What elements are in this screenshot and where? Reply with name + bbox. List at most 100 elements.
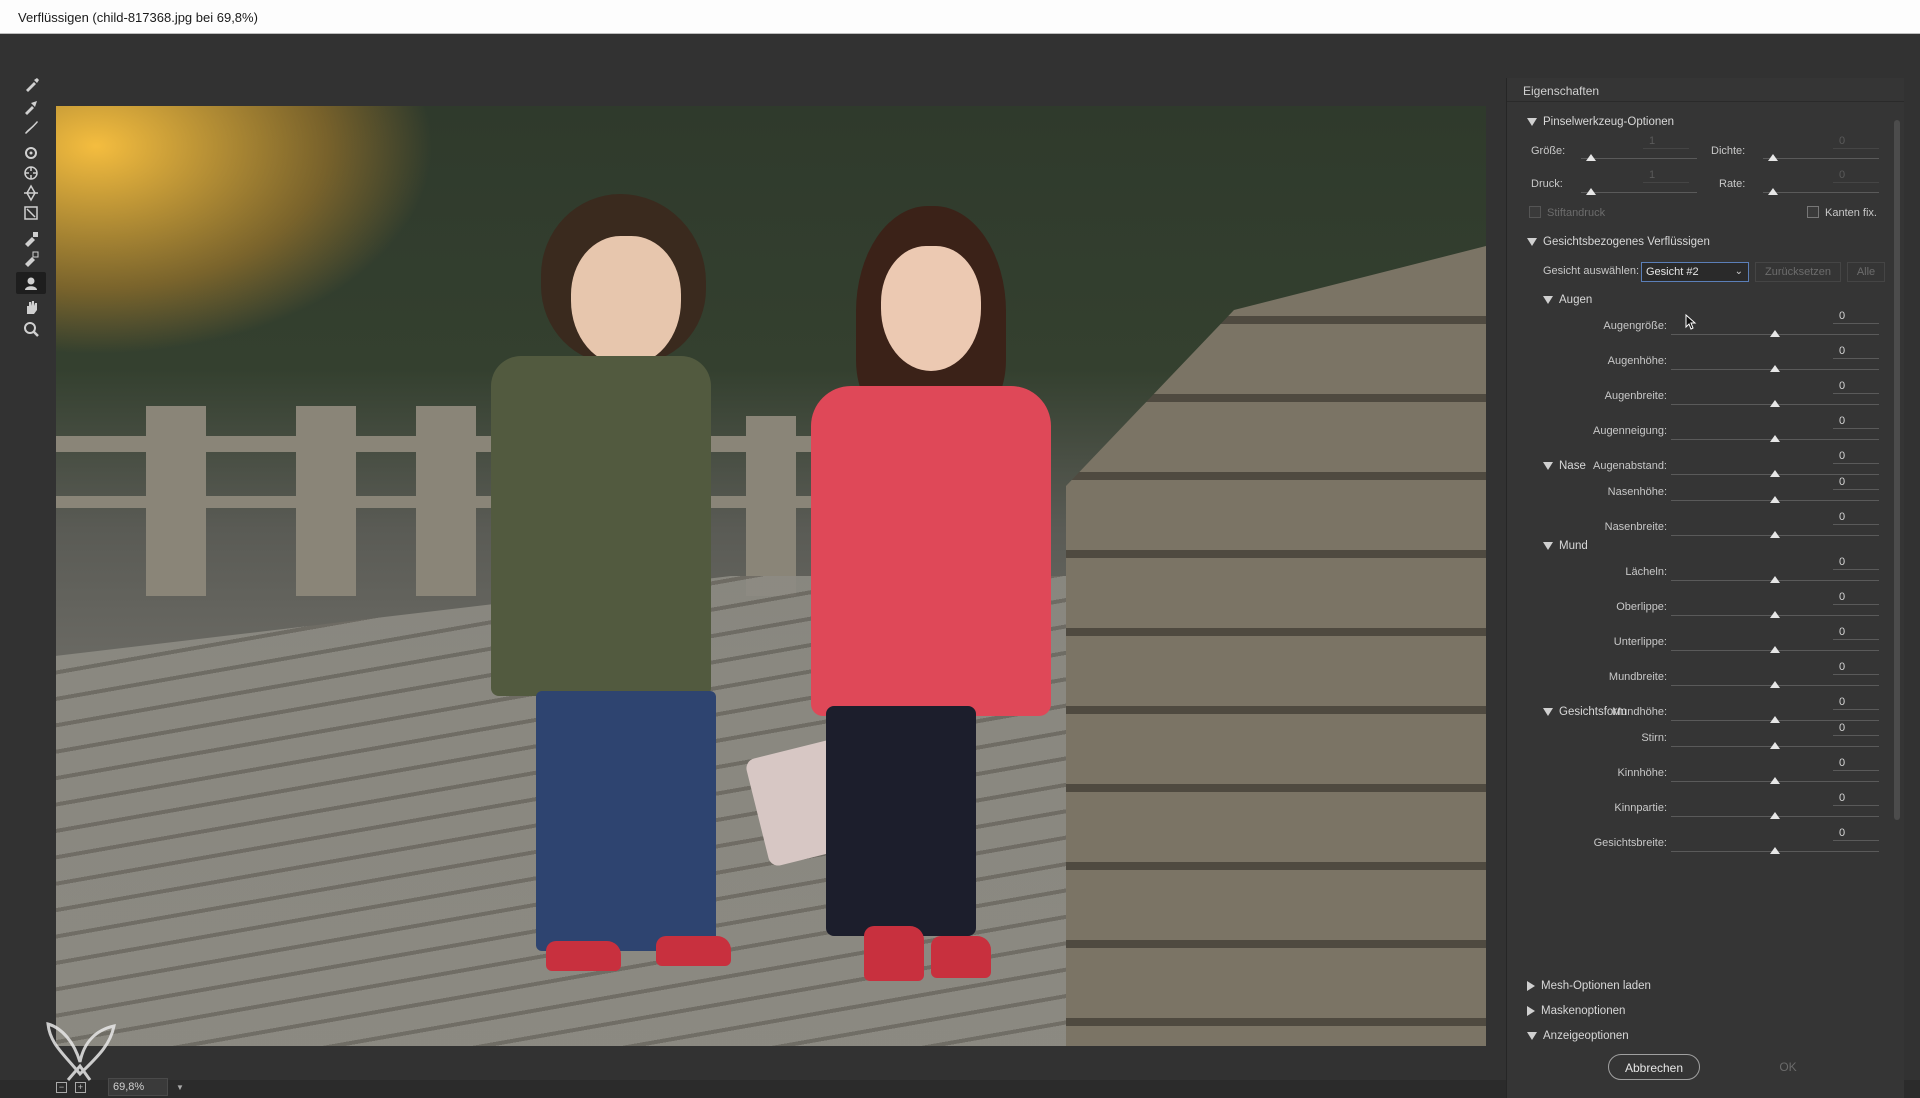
pressure-value[interactable]: 1 (1643, 169, 1689, 183)
zoom-out-button[interactable]: − (56, 1081, 67, 1093)
section-title: Pinselwerkzeug-Optionen (1543, 116, 1675, 128)
face-tool-icon[interactable] (16, 272, 46, 294)
pucker-tool-icon[interactable] (16, 162, 46, 184)
collapse-icon (1543, 462, 1553, 470)
title-bar: Verflüssigen (child-817368.jpg bei 69,8%… (0, 0, 1920, 34)
slider-thumb[interactable] (1770, 681, 1780, 688)
cancel-button[interactable]: Abbrechen (1608, 1054, 1700, 1080)
twirl-tool-icon[interactable] (16, 142, 46, 164)
zoom-tool-icon[interactable] (16, 318, 46, 340)
slider-thumb[interactable] (1770, 716, 1780, 723)
push-left-tool-icon[interactable] (16, 202, 46, 224)
slider-value[interactable]: 0 (1833, 415, 1879, 429)
slider-thumb[interactable] (1770, 777, 1780, 784)
slider-label: Nasenhöhe: (1607, 486, 1667, 498)
slider-label: Gesichtsbreite: (1593, 837, 1667, 849)
group-0-header[interactable]: Augen (1543, 294, 1592, 306)
load-mesh-section[interactable]: Mesh-Optionen laden (1527, 980, 1651, 992)
ok-button[interactable]: OK (1743, 1054, 1833, 1080)
preview-image[interactable] (56, 106, 1486, 1046)
rate-value[interactable]: 0 (1833, 169, 1879, 183)
slider-value[interactable]: 0 (1833, 476, 1879, 490)
size-slider-thumb[interactable] (1586, 154, 1596, 161)
thaw-mask-tool-icon[interactable] (16, 248, 46, 270)
view-options-section[interactable]: Anzeigeoptionen (1527, 1030, 1629, 1042)
group-title: Mund (1559, 540, 1588, 552)
slider-value[interactable]: 0 (1833, 511, 1879, 525)
slider-thumb[interactable] (1770, 847, 1780, 854)
slider-thumb[interactable] (1770, 330, 1780, 337)
smooth-tool-icon[interactable] (16, 116, 46, 138)
slider-value[interactable]: 0 (1833, 827, 1879, 841)
rate-label: Rate: (1719, 178, 1746, 190)
pen-pressure-checkbox[interactable] (1529, 206, 1541, 218)
slider-thumb[interactable] (1770, 611, 1780, 618)
size-label: Größe: (1531, 145, 1566, 157)
collapse-icon (1527, 118, 1537, 126)
pressure-slider-thumb[interactable] (1586, 188, 1596, 195)
reconstruct-tool-icon[interactable] (16, 96, 46, 118)
slider-thumb[interactable] (1770, 470, 1780, 477)
slider-thumb[interactable] (1770, 400, 1780, 407)
group-2-header[interactable]: Mund (1543, 540, 1588, 552)
slider-thumb[interactable] (1770, 812, 1780, 819)
density-value[interactable]: 0 (1833, 135, 1879, 149)
slider-label: Augenneigung: (1592, 425, 1667, 437)
size-slider-track[interactable] (1581, 158, 1697, 159)
slider-value[interactable]: 0 (1833, 722, 1879, 736)
slider-value[interactable]: 0 (1833, 380, 1879, 394)
size-value[interactable]: 1 (1643, 135, 1689, 149)
bloat-tool-icon[interactable] (16, 182, 46, 204)
rate-slider-thumb[interactable] (1768, 188, 1778, 195)
pin-edges-checkbox[interactable] (1807, 206, 1819, 218)
section-title: Gesichtsbezogenes Verflüssigen (1543, 236, 1710, 248)
slider-value[interactable]: 0 (1833, 626, 1879, 640)
density-slider-track[interactable] (1763, 158, 1879, 159)
face-aware-section[interactable]: Gesichtsbezogenes Verflüssigen (1527, 236, 1710, 248)
brush-options-section[interactable]: Pinselwerkzeug-Optionen (1527, 116, 1674, 128)
density-slider-thumb[interactable] (1768, 154, 1778, 161)
forward-warp-tool-icon[interactable] (16, 74, 46, 96)
panel-scrollbar[interactable] (1893, 102, 1901, 1088)
slider-label: Augenhöhe: (1607, 355, 1667, 367)
group-3-header[interactable]: Gesichtsform (1543, 706, 1627, 718)
status-bar: − + 69,8% ▼ (56, 1076, 184, 1098)
zoom-in-button[interactable]: + (75, 1081, 86, 1093)
slider-value[interactable]: 0 (1833, 310, 1879, 324)
slider-value[interactable]: 0 (1833, 792, 1879, 806)
freeze-mask-tool-icon[interactable] (16, 228, 46, 250)
all-button[interactable]: Alle (1847, 262, 1885, 282)
hand-tool-icon[interactable] (16, 296, 46, 318)
slider-value[interactable]: 0 (1833, 345, 1879, 359)
reset-button[interactable]: Zurücksetzen (1755, 262, 1841, 282)
slider-thumb[interactable] (1770, 576, 1780, 583)
zoom-field[interactable]: 69,8% (108, 1078, 168, 1096)
slider-value[interactable]: 0 (1833, 661, 1879, 675)
slider-value[interactable]: 0 (1833, 757, 1879, 771)
collapse-icon (1527, 238, 1537, 246)
canvas[interactable] (56, 106, 1486, 1046)
mask-options-section[interactable]: Maskenoptionen (1527, 1005, 1625, 1017)
scrollbar-thumb[interactable] (1894, 120, 1900, 820)
slider-thumb[interactable] (1770, 742, 1780, 749)
zoom-dropdown-icon[interactable]: ▼ (176, 1083, 184, 1092)
slider-thumb[interactable] (1770, 365, 1780, 372)
group-title: Augen (1559, 294, 1593, 306)
pressure-label: Druck: (1531, 178, 1563, 190)
slider-value[interactable]: 0 (1833, 556, 1879, 570)
expand-icon (1527, 1006, 1535, 1016)
slider-value[interactable]: 0 (1833, 450, 1879, 464)
pressure-slider-track[interactable] (1581, 192, 1697, 193)
group-1-header[interactable]: Nase (1543, 460, 1586, 472)
slider-label: Mundbreite: (1608, 671, 1667, 683)
slider-value[interactable]: 0 (1833, 591, 1879, 605)
rate-slider-track[interactable] (1763, 192, 1879, 193)
chevron-down-icon: ⌄ (1734, 266, 1743, 277)
slider-thumb[interactable] (1770, 646, 1780, 653)
select-face-dropdown[interactable]: Gesicht #2 ⌄ (1641, 262, 1749, 282)
slider-thumb[interactable] (1770, 496, 1780, 503)
slider-thumb[interactable] (1770, 531, 1780, 538)
slider-value[interactable]: 0 (1833, 696, 1879, 710)
group-title: Gesichtsform (1559, 706, 1627, 718)
slider-thumb[interactable] (1770, 435, 1780, 442)
